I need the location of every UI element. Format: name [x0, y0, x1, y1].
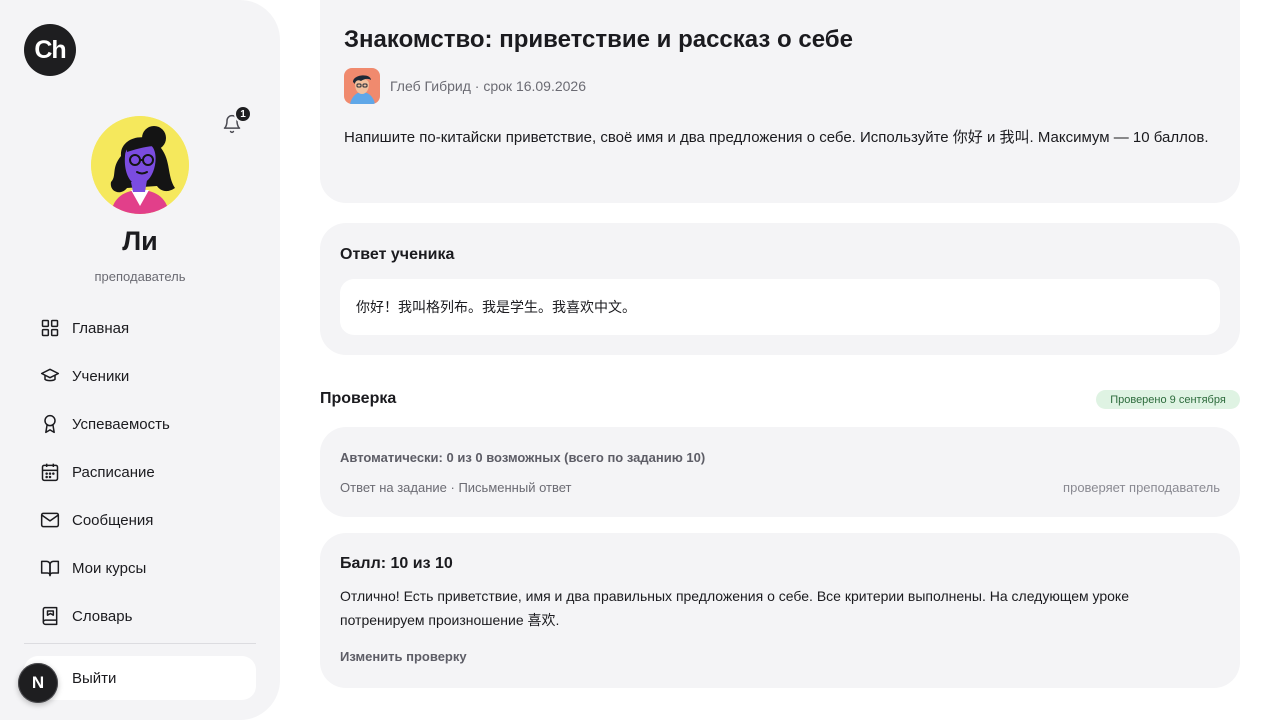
- auto-check-summary: Автоматически: 0 из 0 возможных (всего п…: [340, 450, 706, 465]
- task-description: Напишите по-китайски приветствие, своё и…: [344, 129, 1209, 146]
- answer-title: Ответ ученика: [340, 246, 455, 263]
- score-title: Балл: 10 из 10: [340, 555, 453, 572]
- graduation-cap-icon: [40, 366, 60, 386]
- sidebar: Ch 1 Ли преподаватель Главная Ученики Ус…: [0, 0, 280, 720]
- sidebar-item-label: Словарь: [72, 607, 133, 625]
- sidebar-item-students[interactable]: Ученики: [24, 352, 256, 400]
- book-open-icon: [40, 558, 60, 578]
- mail-icon: [40, 510, 60, 530]
- auto-check-reviewer: проверяет преподаватель: [1063, 480, 1220, 495]
- user-role: преподаватель: [94, 269, 186, 284]
- avatar[interactable]: [91, 116, 189, 214]
- check-section-title: Проверка: [320, 390, 397, 407]
- sidebar-divider: [24, 643, 256, 644]
- dictionary-icon: [40, 606, 60, 626]
- corner-n-badge[interactable]: N: [18, 663, 58, 703]
- page-title: Знакомство: приветствие и рассказ о себе: [344, 26, 853, 53]
- calendar-icon: [40, 462, 60, 482]
- answer-card: Ответ ученика 你好！我叫格列布。我是学生。我喜欢中文。: [320, 223, 1240, 355]
- score-card: Балл: 10 из 10 Отлично! Есть приветствие…: [320, 533, 1240, 688]
- sidebar-item-label: Мои курсы: [72, 559, 147, 577]
- task-card: Знакомство: приветствие и рассказ о себе…: [320, 0, 1240, 203]
- status-badge: Проверено 9 сентября: [1096, 390, 1240, 409]
- sidebar-item-label: Успеваемость: [72, 415, 170, 433]
- sidebar-nav: Главная Ученики Успеваемость Расписание: [24, 304, 256, 640]
- sidebar-item-messages[interactable]: Сообщения: [24, 496, 256, 544]
- author-meta: Глеб Гибрид · срок 16.09.2026: [390, 78, 587, 94]
- award-icon: [40, 414, 60, 434]
- sidebar-item-courses[interactable]: Мои курсы: [24, 544, 256, 592]
- notification-count-badge: 1: [234, 105, 252, 123]
- answer-text: 你好！我叫格列布。我是学生。我喜欢中文。: [340, 279, 1220, 335]
- user-name: Ли: [122, 226, 158, 256]
- author-row: Глеб Гибрид · срок 16.09.2026: [344, 68, 586, 104]
- sidebar-item-label: Расписание: [72, 463, 155, 481]
- grid-icon: [40, 318, 60, 338]
- score-comment: Отлично! Есть приветствие, имя и два пра…: [340, 588, 1129, 628]
- sidebar-item-label: Сообщения: [72, 511, 154, 529]
- auto-check-card: Автоматически: 0 из 0 возможных (всего п…: [320, 427, 1240, 517]
- sidebar-item-schedule[interactable]: Расписание: [24, 448, 256, 496]
- logout-button[interactable]: Выйти: [24, 656, 256, 700]
- app-root: Ch 1 Ли преподаватель Главная Ученики Ус…: [0, 0, 1280, 720]
- sidebar-item-home[interactable]: Главная: [24, 304, 256, 352]
- sidebar-item-dictionary[interactable]: Словарь: [24, 592, 256, 640]
- auto-check-type: Ответ на задание · Письменный ответ: [340, 480, 572, 495]
- sidebar-item-label: Ученики: [72, 367, 130, 385]
- logo[interactable]: Ch: [24, 24, 76, 76]
- edit-check-link[interactable]: Изменить проверку: [340, 649, 467, 664]
- sidebar-item-label: Главная: [72, 319, 130, 337]
- author-avatar: [344, 68, 380, 104]
- sidebar-item-progress[interactable]: Успеваемость: [24, 400, 256, 448]
